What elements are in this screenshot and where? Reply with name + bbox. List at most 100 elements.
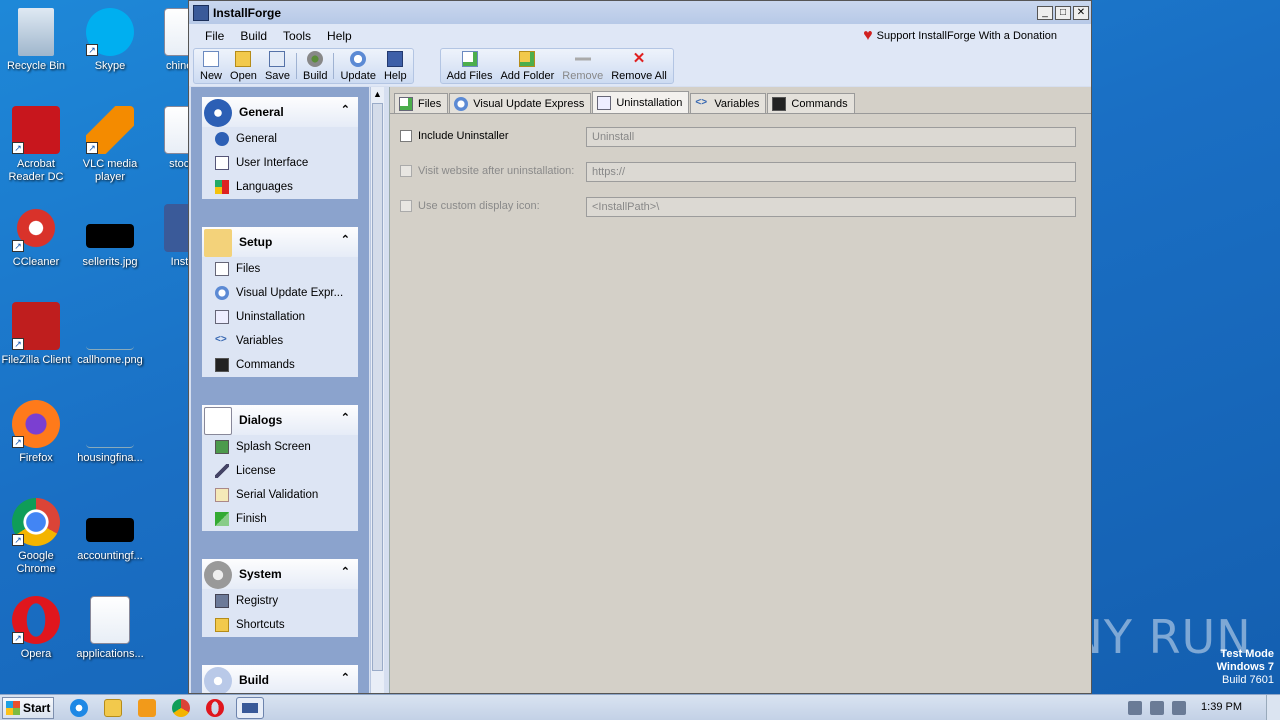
desktop-icon-opera[interactable]: ↗ Opera: [0, 596, 74, 661]
window-icon: [215, 156, 229, 170]
uninstall-icon: [215, 310, 229, 324]
nav-item-commands[interactable]: Commands: [202, 353, 358, 377]
taskbar-explorer-icon[interactable]: [104, 699, 122, 717]
code-brackets-icon: <>: [695, 96, 708, 108]
tab-files[interactable]: Files: [394, 93, 449, 113]
navigation-panel: General ⌃ General User Interface Language…: [191, 87, 369, 693]
collapse-chevron-icon[interactable]: ⌃: [341, 411, 350, 424]
update-icon: [215, 286, 229, 300]
nav-item-general[interactable]: General: [202, 127, 358, 151]
menu-file[interactable]: File: [197, 29, 232, 43]
add-folder-icon: [519, 51, 536, 67]
info-icon: [204, 99, 232, 127]
nav-item-finish[interactable]: Finish: [202, 507, 358, 531]
nav-group-header[interactable]: System ⌃: [202, 559, 358, 589]
tab-visual-update-express[interactable]: Visual Update Express: [449, 93, 592, 113]
desktop-icon-housingfina[interactable]: housingfina...: [72, 400, 148, 465]
menu-help[interactable]: Help: [319, 29, 360, 43]
taskbar-chrome-icon[interactable]: [172, 699, 190, 717]
desktop-icon-firefox[interactable]: ↗ Firefox: [0, 400, 74, 465]
tab-commands[interactable]: Commands: [767, 93, 855, 113]
remove-all-button[interactable]: ✕ Remove All: [607, 49, 671, 83]
tab-uninstallation[interactable]: Uninstallation: [592, 91, 690, 113]
desktop-icon-ccleaner[interactable]: ↗ CCleaner: [0, 204, 74, 269]
nav-item-files[interactable]: Files: [202, 257, 358, 281]
save-button[interactable]: Save: [261, 49, 294, 83]
collapse-chevron-icon[interactable]: ⌃: [341, 103, 350, 116]
nav-scrollbar[interactable]: ▲: [370, 87, 384, 693]
certificate-icon: [215, 488, 229, 502]
donate-link[interactable]: ♥ Support InstallForge With a Donation: [863, 27, 1057, 45]
desktop-icon-callhome[interactable]: callhome.png: [72, 302, 148, 367]
registry-icon: [215, 594, 229, 608]
taskbar-media-player-icon[interactable]: [138, 699, 156, 717]
show-desktop-button[interactable]: [1266, 695, 1280, 720]
collapse-chevron-icon[interactable]: ⌃: [341, 565, 350, 578]
collapse-chevron-icon[interactable]: ⌃: [341, 233, 350, 246]
save-icon: [269, 51, 286, 67]
nav-item-shortcuts[interactable]: Shortcuts: [202, 613, 358, 637]
scroll-up-arrow-icon[interactable]: ▲: [371, 87, 384, 101]
nav-item-visual-update-express[interactable]: Visual Update Expr...: [202, 281, 358, 305]
maximize-button[interactable]: □: [1055, 5, 1071, 20]
scroll-thumb[interactable]: [372, 103, 383, 671]
tab-variables[interactable]: <> Variables: [690, 93, 767, 113]
nav-item-variables[interactable]: <> Variables: [202, 329, 358, 353]
nav-item-uninstallation[interactable]: Uninstallation: [202, 305, 358, 329]
tab-strip: Files Visual Update Express Uninstallati…: [390, 87, 1091, 114]
desktop-icon-chrome[interactable]: ↗ Google Chrome: [0, 498, 74, 576]
network-icon[interactable]: [1150, 701, 1164, 715]
remove-button[interactable]: Remove: [558, 49, 607, 83]
desktop-icon-accountingf[interactable]: accountingf...: [72, 498, 148, 563]
title-bar[interactable]: InstallForge _ □ ✕: [189, 1, 1091, 24]
image-file-icon: [86, 518, 134, 542]
include-uninstaller-checkbox[interactable]: [400, 130, 412, 142]
speaker-icon[interactable]: [1128, 701, 1142, 715]
desktop-icon-filezilla[interactable]: ↗ FileZilla Client: [0, 302, 74, 367]
desktop-icon-acrobat[interactable]: ↗ Acrobat Reader DC: [0, 106, 74, 184]
nav-group-dialogs: Dialogs ⌃ Splash Screen License Serial Va…: [202, 405, 358, 531]
add-folder-button[interactable]: Add Folder: [496, 49, 558, 83]
open-folder-icon: [235, 51, 252, 67]
custom-icon-checkbox[interactable]: [400, 200, 412, 212]
nav-item-registry[interactable]: Registry: [202, 589, 358, 613]
menu-tools[interactable]: Tools: [275, 29, 319, 43]
nav-item-serial-validation[interactable]: Serial Validation: [202, 483, 358, 507]
visit-website-checkbox[interactable]: [400, 165, 412, 177]
nav-item-splash-screen[interactable]: Splash Screen: [202, 435, 358, 459]
open-button[interactable]: Open: [226, 49, 261, 83]
nav-group-header[interactable]: Setup ⌃: [202, 227, 358, 257]
action-center-flag-icon[interactable]: [1172, 701, 1186, 715]
menu-build[interactable]: Build: [232, 29, 275, 43]
nav-item-languages[interactable]: Languages: [202, 175, 358, 199]
custom-icon-path-input[interactable]: [586, 197, 1076, 217]
nav-group-header[interactable]: General ⌃: [202, 97, 358, 127]
new-file-icon: [203, 51, 219, 67]
visit-website-row: Visit website after uninstallation:: [400, 165, 574, 177]
update-button[interactable]: Update: [336, 49, 379, 83]
chrome-icon: ↗: [12, 498, 60, 546]
build-button[interactable]: Build: [299, 49, 331, 83]
website-url-input[interactable]: [586, 162, 1076, 182]
collapse-chevron-icon[interactable]: ⌃: [341, 671, 350, 684]
firefox-icon: ↗: [12, 400, 60, 448]
content-panel: Files Visual Update Express Uninstallati…: [389, 87, 1091, 693]
nav-group-header[interactable]: Dialogs ⌃: [202, 405, 358, 435]
taskbar-ie-icon[interactable]: [70, 699, 88, 717]
desktop-icon-applications[interactable]: applications...: [72, 596, 148, 661]
new-button[interactable]: New: [196, 49, 226, 83]
minimize-button[interactable]: _: [1037, 5, 1053, 20]
nav-item-license[interactable]: License: [202, 459, 358, 483]
add-files-button[interactable]: Add Files: [443, 49, 497, 83]
nav-item-user-interface[interactable]: User Interface: [202, 151, 358, 175]
remove-icon: [574, 51, 591, 67]
desktop-icon-recycle-bin[interactable]: Recycle Bin: [0, 8, 74, 73]
help-button[interactable]: Help: [380, 49, 411, 83]
uninstaller-name-input[interactable]: [586, 127, 1076, 147]
clock[interactable]: 1:39 PM: [1201, 701, 1242, 713]
nav-group-header[interactable]: Build ⌃: [202, 665, 358, 693]
taskbar-opera-icon[interactable]: [206, 699, 224, 717]
taskbar-installforge-icon[interactable]: [236, 697, 264, 719]
close-button[interactable]: ✕: [1073, 5, 1089, 20]
start-button[interactable]: Start: [2, 697, 54, 719]
